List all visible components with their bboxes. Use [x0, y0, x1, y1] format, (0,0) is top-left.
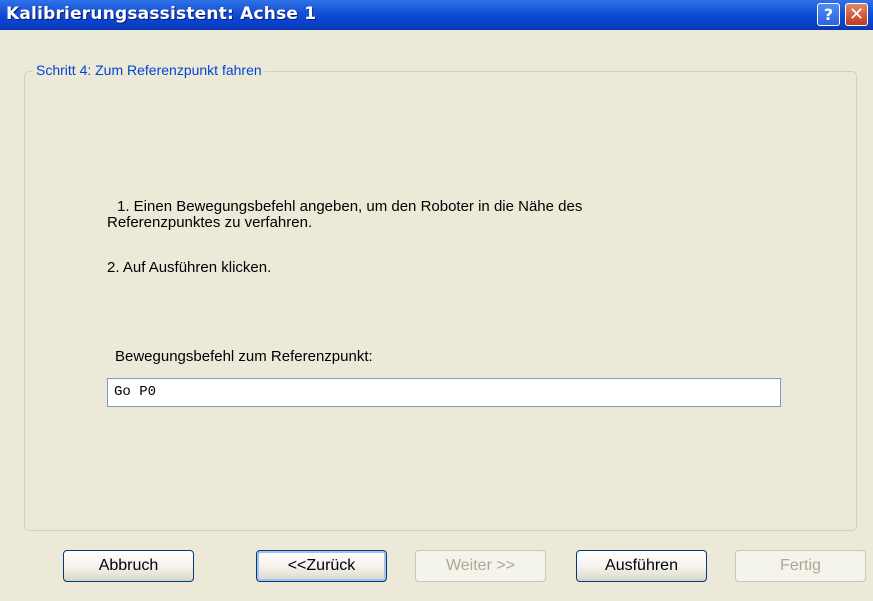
help-button[interactable]: ? [817, 3, 840, 26]
next-button: Weiter >> [415, 550, 546, 582]
instruction-1-line-1: 1. Einen Bewegungsbefehl angeben, um den… [117, 198, 583, 215]
instruction-1-line-2: Referenzpunktes zu verfahren. [107, 214, 313, 231]
back-button[interactable]: <<Zurück [256, 550, 387, 582]
help-icon: ? [823, 5, 834, 24]
instruction-2: 2. Auf Ausführen klicken. [107, 259, 272, 276]
move-command-input[interactable]: Go P0 [107, 378, 781, 407]
close-button[interactable]: ✕ [845, 3, 868, 26]
execute-button[interactable]: Ausführen [576, 550, 707, 582]
cancel-button[interactable]: Abbruch [63, 550, 194, 582]
close-icon: ✕ [848, 4, 865, 25]
window-title: Kalibrierungsassistent: Achse 1 [6, 4, 317, 24]
step-legend: Schritt 4: Zum Referenzpunkt fahren [33, 62, 265, 78]
field-label: Bewegungsbefehl zum Referenzpunkt: [115, 348, 373, 365]
step-groupbox [24, 71, 857, 531]
finish-button: Fertig [735, 550, 866, 582]
title-bar: Kalibrierungsassistent: Achse 1 ? ✕ [0, 0, 873, 30]
